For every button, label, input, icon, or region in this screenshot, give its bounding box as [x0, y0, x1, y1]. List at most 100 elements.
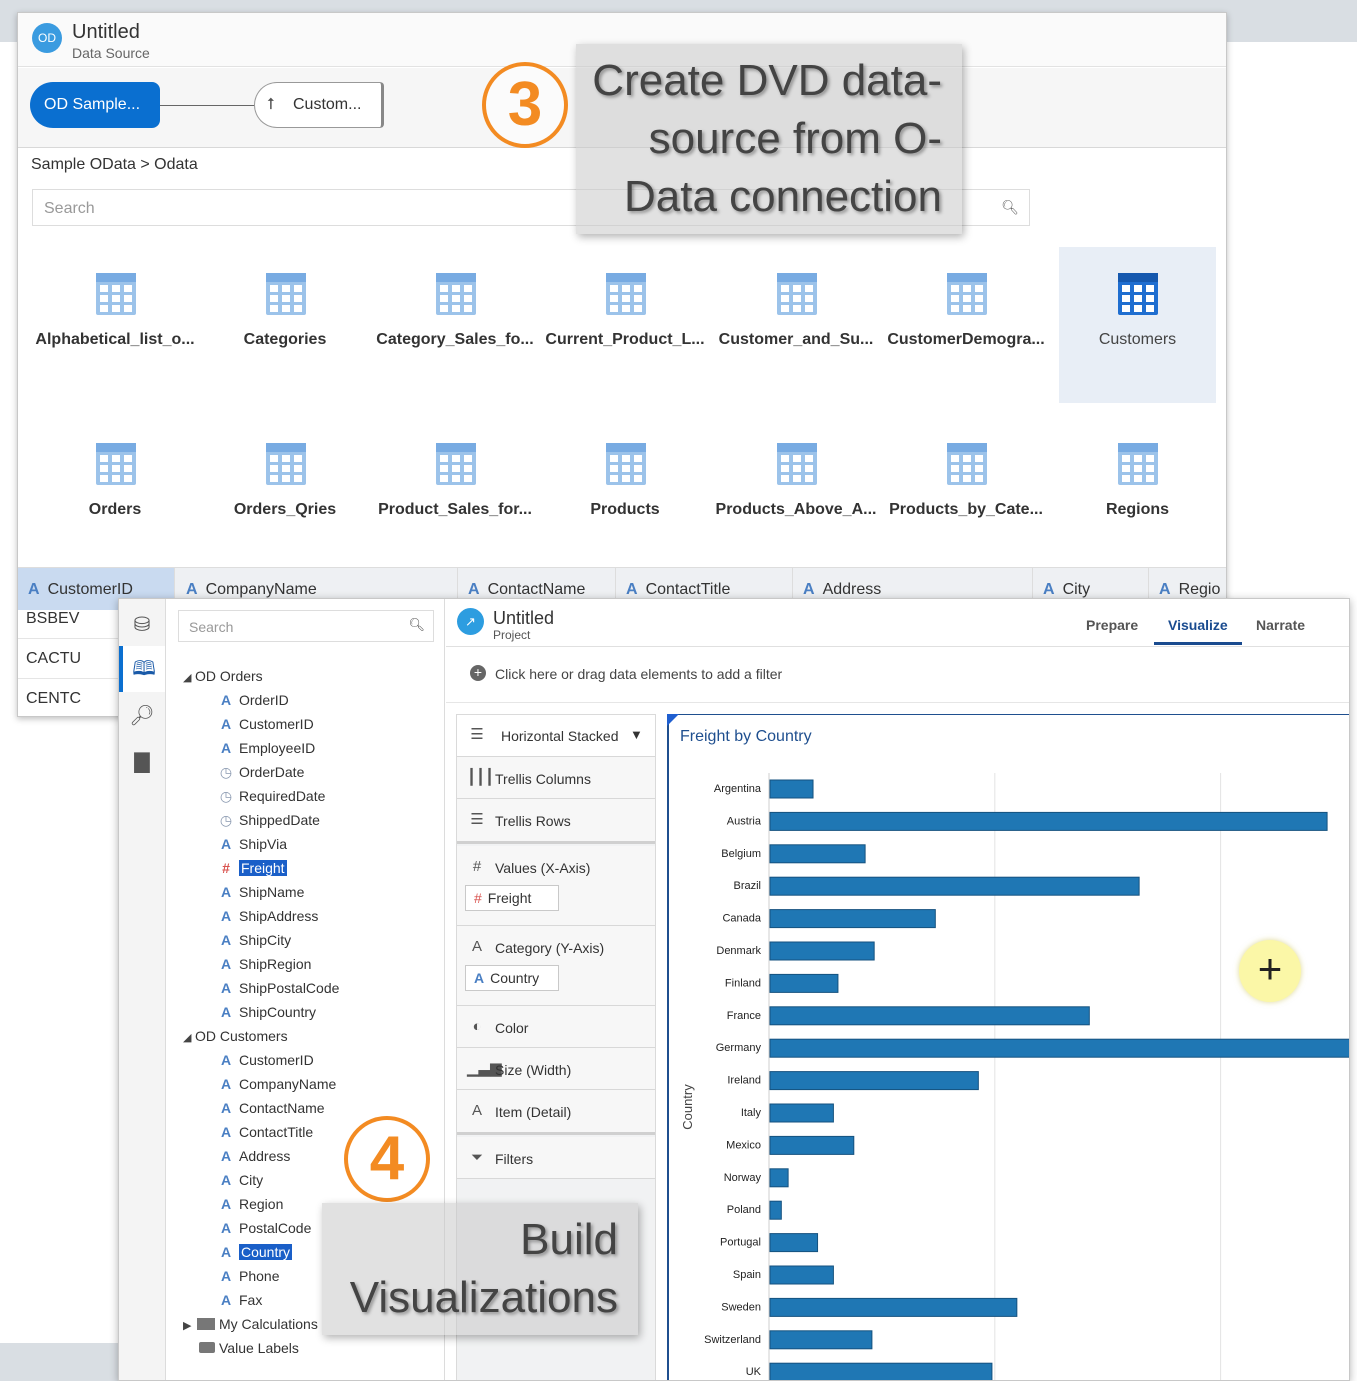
table-tile-label: Customer_and_Su...: [718, 331, 874, 348]
tree-group-customers[interactable]: ◢ OD Customers: [183, 1025, 288, 1047]
tree-field[interactable]: A ShipPostalCode: [219, 977, 339, 999]
table-icon: [436, 443, 476, 485]
table-tile[interactable]: Current_Product_L...: [540, 247, 710, 403]
table-tile[interactable]: CustomerDemogra...: [881, 247, 1051, 403]
table-tile[interactable]: Orders: [30, 417, 200, 573]
category-tick-label: Belgium: [721, 848, 761, 860]
filters-drop[interactable]: ⏷ Filters: [457, 1137, 655, 1179]
text-type-icon: A: [220, 932, 232, 948]
tab-visualize[interactable]: Visualize: [1168, 617, 1228, 633]
search-icon[interactable]: 🔍︎: [408, 617, 425, 633]
tree-field[interactable]: ◷ RequiredDate: [219, 785, 326, 807]
tree-node-label: ShipCountry: [239, 1004, 317, 1020]
values-drop[interactable]: # Values (X-Axis) # Freight: [457, 846, 655, 926]
tree-node-label: RequiredDate: [239, 788, 326, 804]
tree-field[interactable]: A CustomerID: [219, 713, 314, 735]
text-type-icon: A: [220, 1124, 232, 1140]
table-tile[interactable]: Customer_and_Su...: [711, 247, 881, 403]
step-custom[interactable]: ⭡ Custom...: [254, 82, 384, 128]
visualizations-icon[interactable]: ▇: [119, 739, 165, 785]
chart-type-selector[interactable]: ☰ Horizontal Stacked ▼: [457, 715, 655, 757]
table-row[interactable]: CENTC: [18, 679, 122, 716]
data-elements-icon[interactable]: 🕮︎: [119, 646, 165, 692]
tree-node-icon[interactable]: [199, 1340, 219, 1356]
trellis-rows-label: Trellis Rows: [495, 813, 571, 829]
tree-node-label: EmployeeID: [239, 740, 316, 756]
funnel-icon: ⏷: [470, 1149, 483, 1166]
table-tile[interactable]: Regions: [1059, 417, 1216, 573]
item-drop[interactable]: A Item (Detail): [457, 1090, 655, 1135]
tab-prepare[interactable]: Prepare: [1086, 617, 1138, 633]
tree-field[interactable]: A CompanyName: [219, 1073, 336, 1095]
tree-field[interactable]: A ShipRegion: [219, 953, 311, 975]
freight-pill[interactable]: # Freight: [465, 885, 559, 911]
tree-node-label: OD Orders: [195, 668, 263, 684]
table-tile[interactable]: Customers: [1059, 247, 1216, 403]
tree-field[interactable]: ◷ ShippedDate: [219, 809, 320, 831]
tree-field[interactable]: A CustomerID: [219, 1049, 314, 1071]
visualization-canvas[interactable]: Freight by Country Country Argentina Austri…: [667, 714, 1349, 1380]
tree-node-label: Freight: [239, 860, 287, 876]
table-tile[interactable]: Products_by_Cate...: [881, 417, 1051, 573]
step-odata-sample[interactable]: OD Sample...: [30, 82, 160, 128]
filter-bar[interactable]: + Click here or drag data elements to ad…: [446, 648, 1349, 703]
table-tile[interactable]: Category_Sales_fo...: [370, 247, 540, 403]
tree-field[interactable]: A ShipAddress: [219, 905, 318, 927]
step-3-callout: Create DVD data-source from O-Data conne…: [576, 44, 962, 234]
add-filter-icon[interactable]: +: [470, 665, 486, 681]
chevron-down-icon[interactable]: ▼: [630, 727, 643, 742]
breadcrumb[interactable]: Sample OData > Odata: [31, 156, 198, 174]
tree-field[interactable]: # Freight: [219, 857, 287, 879]
country-pill[interactable]: A Country: [465, 965, 559, 991]
tree-field[interactable]: A ShipCity: [219, 929, 291, 951]
text-type-icon: A: [626, 581, 638, 598]
tree-field[interactable]: A Phone: [219, 1265, 280, 1287]
tree-field[interactable]: ◷ OrderDate: [219, 761, 304, 783]
tree-field[interactable]: A ShipVia: [219, 833, 287, 855]
size-drop[interactable]: ▁▃▆ Size (Width): [457, 1048, 655, 1090]
table-tile[interactable]: Products_Above_A...: [711, 417, 881, 573]
category-tick-label: Austria: [727, 815, 762, 827]
tree-value-labels[interactable]: Value Labels: [199, 1337, 299, 1359]
explore-icon[interactable]: 🔎︎: [119, 693, 165, 739]
tab-narrate[interactable]: Narrate: [1256, 617, 1305, 633]
tree-node-icon[interactable]: ◢: [183, 1028, 195, 1044]
tree-field[interactable]: A ShipCountry: [219, 1001, 316, 1023]
tree-field[interactable]: A Fax: [219, 1289, 262, 1311]
tree-field[interactable]: A ShipName: [219, 881, 304, 903]
table-tile[interactable]: Product_Sales_for...: [370, 417, 540, 573]
table-row[interactable]: CACTU: [18, 639, 122, 679]
bar: [769, 1297, 1018, 1317]
color-drop[interactable]: ◐ Color: [457, 1006, 655, 1048]
text-type-icon: A: [468, 581, 480, 598]
tree-field[interactable]: A ContactName: [219, 1097, 325, 1119]
tree-node-icon[interactable]: ◢: [183, 668, 195, 684]
tree-field[interactable]: A Country: [219, 1241, 293, 1263]
tree-field[interactable]: A EmployeeID: [219, 737, 315, 759]
trellis-columns-drop[interactable]: ┃┃┃ Trellis Columns: [457, 757, 655, 799]
tree-node-icon[interactable]: ▶: [183, 1316, 219, 1332]
active-tab-indicator: [1154, 642, 1242, 645]
tree-field[interactable]: A PostalCode: [219, 1217, 311, 1239]
table-tile[interactable]: Products: [540, 417, 710, 573]
database-icon[interactable]: ⛁: [119, 602, 165, 648]
trellis-rows-drop[interactable]: ☰ Trellis Rows: [457, 799, 655, 844]
tree-field[interactable]: A OrderID: [219, 689, 289, 711]
table-tile[interactable]: Orders_Qries: [200, 417, 370, 573]
tree-field[interactable]: A Region: [219, 1193, 283, 1215]
add-visualization-button[interactable]: +: [1239, 940, 1301, 1002]
tree-node-label: OrderDate: [239, 764, 305, 780]
table-tile[interactable]: Alphabetical_list_o...: [30, 247, 200, 403]
tree-field[interactable]: A ContactTitle: [219, 1121, 313, 1143]
table-tile[interactable]: Categories: [200, 247, 370, 403]
tree-field[interactable]: A City: [219, 1169, 263, 1191]
tree-group-my-calculations[interactable]: ▶ My Calculations: [183, 1313, 318, 1335]
category-drop[interactable]: A Category (Y-Axis) A Country: [457, 926, 655, 1006]
bar: [769, 1006, 1090, 1026]
tree-field[interactable]: A Address: [219, 1145, 290, 1167]
column-header-label: Address: [822, 581, 882, 598]
table-row[interactable]: BSBEV: [18, 599, 122, 639]
search-icon[interactable]: 🔍︎: [1001, 199, 1019, 216]
tree-group-orders[interactable]: ◢ OD Orders: [183, 665, 263, 687]
data-search-input[interactable]: Search 🔍︎: [178, 610, 434, 642]
